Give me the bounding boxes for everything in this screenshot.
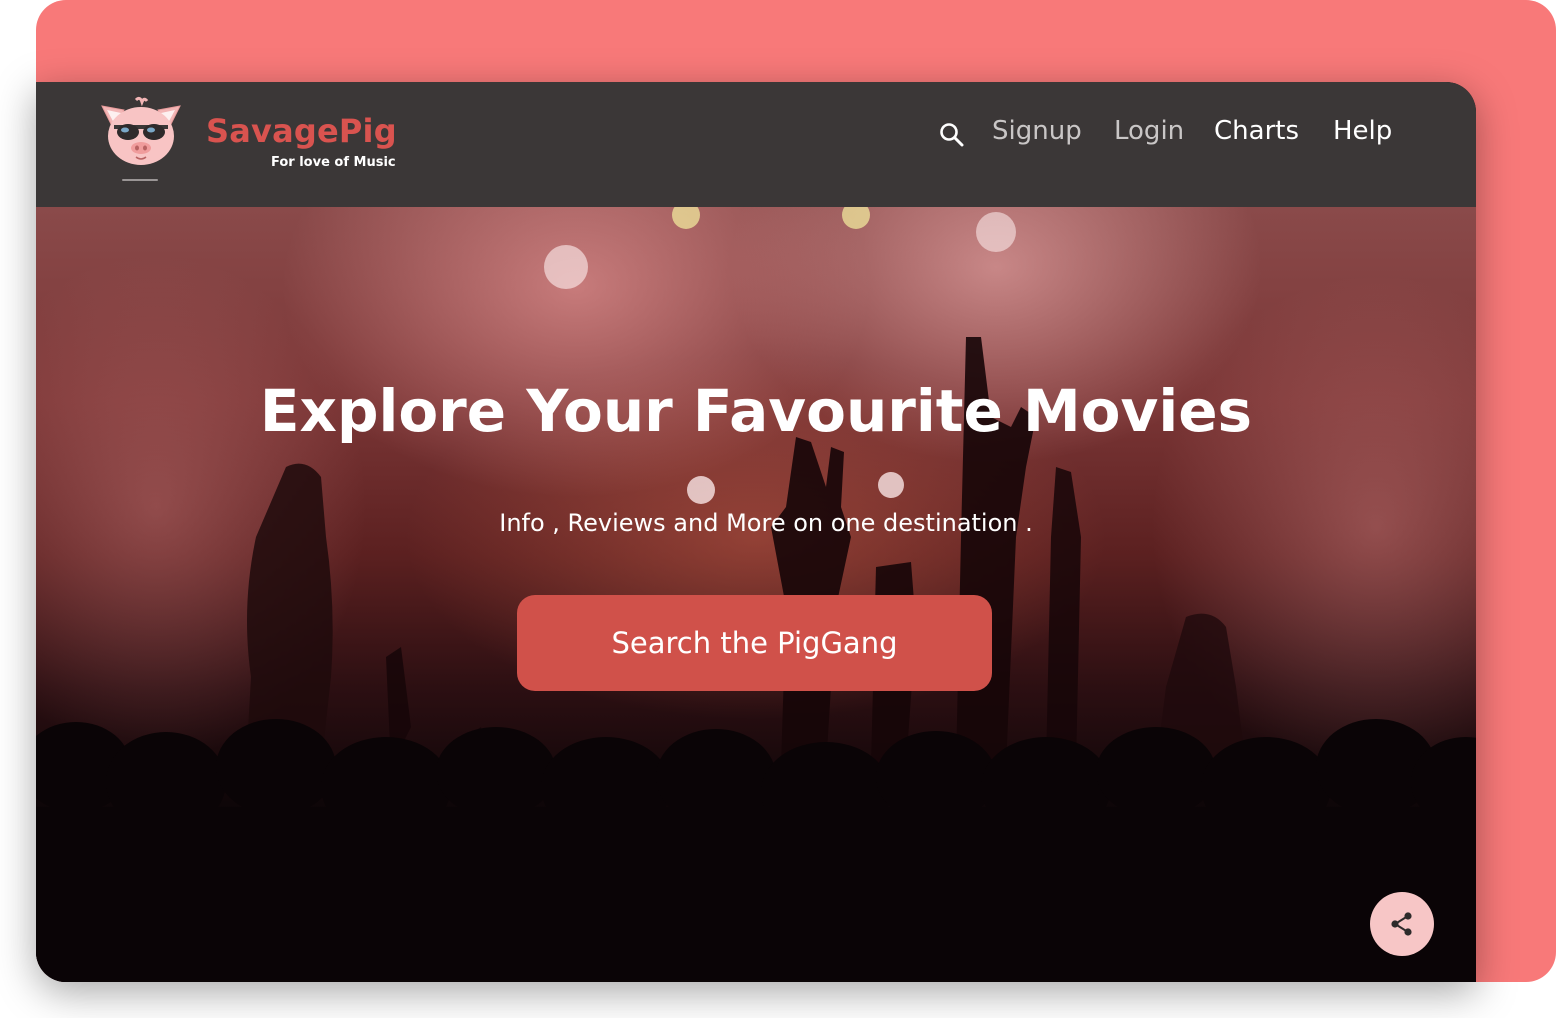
hero-banner: Explore Your Favourite Movies Info , Rev…	[36, 207, 1476, 982]
hero-title: Explore Your Favourite Movies	[259, 377, 1253, 445]
search-icon[interactable]	[938, 121, 966, 149]
nav-login-link[interactable]: Login	[1114, 116, 1184, 146]
nav-charts-link[interactable]: Charts	[1214, 116, 1299, 146]
app-window: SavagePig For love of Music Signup Login…	[36, 82, 1476, 982]
brand-name[interactable]: SavagePig	[206, 112, 397, 150]
pig-with-sunglasses-icon[interactable]	[94, 96, 188, 182]
share-icon	[1391, 912, 1412, 936]
search-piggang-button[interactable]: Search the PigGang	[517, 595, 992, 691]
nav-signup-link[interactable]: Signup	[992, 116, 1082, 146]
logo-underline	[122, 179, 158, 181]
hero-subtitle: Info , Reviews and More on one destinati…	[499, 509, 1033, 537]
nav-help-link[interactable]: Help	[1333, 116, 1392, 146]
brand-tagline: For love of Music	[271, 155, 396, 170]
share-button[interactable]	[1370, 892, 1434, 956]
top-navbar: SavagePig For love of Music Signup Login…	[36, 82, 1476, 207]
